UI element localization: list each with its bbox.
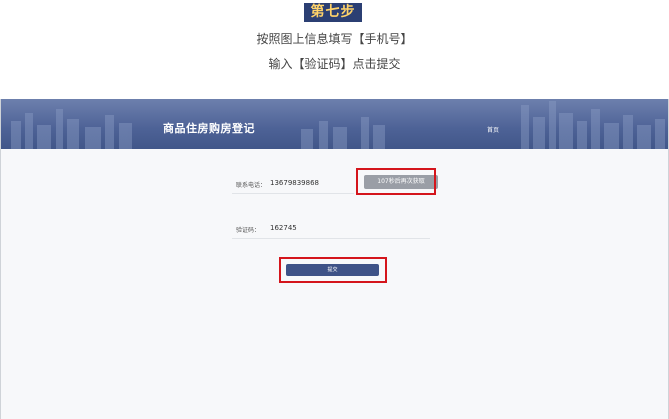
code-label: 验证码：	[236, 227, 261, 234]
highlight-box-submit	[279, 257, 387, 283]
instruction-line-2: 输入【验证码】点击提交	[268, 57, 401, 71]
code-underline	[232, 238, 430, 239]
header-banner: 商品住房购房登记 首页	[1, 99, 668, 149]
home-link[interactable]: 首页	[487, 125, 499, 134]
instruction-line-1: 按照图上信息填写【手机号】	[256, 32, 413, 46]
page-title: 商品住房购房登记	[163, 122, 255, 135]
code-input[interactable]: 162745	[270, 224, 297, 232]
form-area	[1, 149, 668, 419]
phone-input[interactable]: 13679839868	[270, 179, 319, 187]
city-skyline-illustration	[11, 101, 665, 149]
step-badge: 第七步	[304, 3, 362, 22]
phone-label: 联系电话：	[236, 182, 267, 189]
phone-underline	[232, 193, 354, 194]
highlight-box-get-code	[356, 168, 436, 195]
